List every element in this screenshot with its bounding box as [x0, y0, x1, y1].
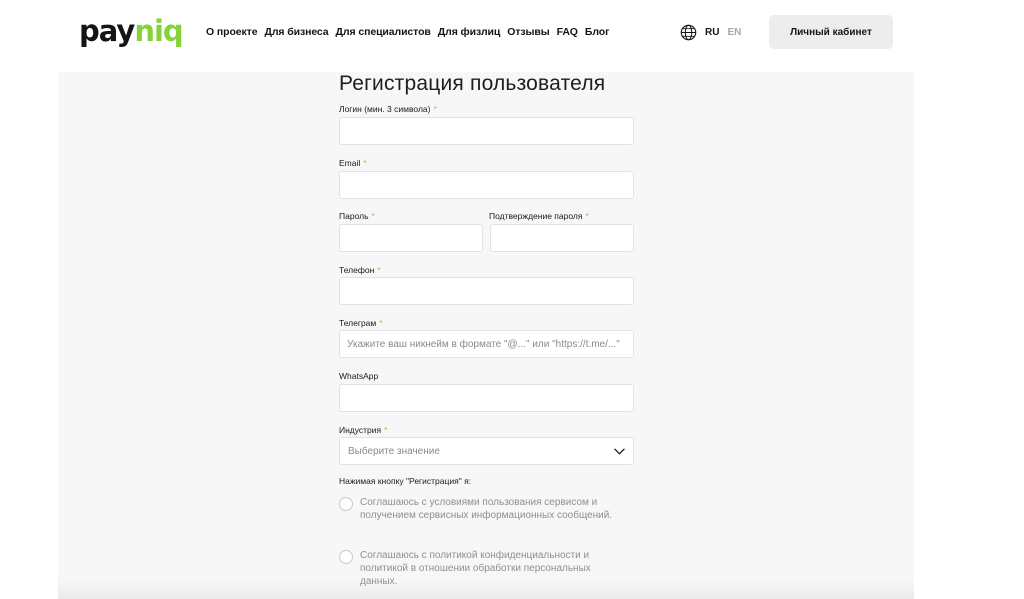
phone-label: Телефон * — [339, 265, 381, 275]
page-title: Регистрация пользователя — [339, 72, 606, 95]
chevron-down-icon — [614, 448, 625, 454]
phone-input[interactable] — [339, 277, 634, 305]
nav-item-individuals[interactable]: Для физлиц — [438, 26, 501, 38]
email-label-text: Email — [339, 158, 361, 168]
password-confirm-input[interactable] — [490, 224, 634, 252]
terms-radio[interactable] — [339, 497, 353, 511]
main-nav: О проекте Для бизнеса Для специалистов Д… — [206, 26, 609, 38]
globe-icon[interactable] — [680, 24, 697, 41]
industry-select-value: Выберите значение — [348, 445, 440, 457]
terms-text: Соглашаюсь с условиями пользования серви… — [360, 497, 613, 521]
nav-item-reviews[interactable]: Отзывы — [507, 26, 549, 38]
nav-item-about[interactable]: О проекте — [206, 26, 258, 38]
nav-item-specialists[interactable]: Для специалистов — [336, 26, 431, 38]
logo-text-pay: pay — [79, 14, 135, 48]
site-header: payniq О проекте Для бизнеса Для специал… — [0, 0, 1024, 68]
nav-item-faq[interactable]: FAQ — [557, 26, 578, 38]
whatsapp-input[interactable] — [339, 384, 634, 412]
password-input[interactable] — [339, 224, 483, 252]
required-marker: * — [363, 158, 367, 168]
required-marker: * — [433, 104, 437, 114]
logo-text-niq: niq — [134, 14, 183, 48]
required-marker: * — [585, 211, 589, 221]
lang-ru[interactable]: RU — [705, 27, 719, 38]
password-label-text: Пароль — [339, 211, 369, 221]
nav-item-business[interactable]: Для бизнеса — [264, 26, 328, 38]
required-marker: * — [377, 265, 381, 275]
required-marker: * — [384, 425, 388, 435]
industry-select[interactable]: Выберите значение — [339, 437, 634, 465]
telegram-label: Телеграм * — [339, 318, 383, 328]
password-label: Пароль * — [339, 211, 375, 221]
email-label: Email * — [339, 158, 367, 168]
privacy-radio[interactable] — [339, 550, 353, 564]
agreement-privacy[interactable]: Соглашаюсь с политикой конфиденциальност… — [339, 549, 634, 588]
login-label-text: Логин (мин. 3 символа) — [339, 104, 431, 114]
email-input[interactable] — [339, 171, 634, 199]
telegram-input[interactable] — [339, 330, 634, 358]
phone-label-text: Телефон — [339, 265, 375, 275]
login-label: Логин (мин. 3 символа) * — [339, 104, 437, 114]
payniq-logo[interactable]: payniq — [79, 14, 184, 48]
privacy-text: Соглашаюсь с политикой конфиденциальност… — [360, 550, 591, 587]
required-marker: * — [371, 211, 375, 221]
login-input[interactable] — [339, 117, 634, 145]
required-marker: * — [379, 318, 383, 328]
nav-item-blog[interactable]: Блог — [585, 26, 610, 38]
personal-cabinet-button[interactable]: Личный кабинет — [769, 15, 893, 49]
lang-en[interactable]: EN — [727, 27, 741, 38]
page: payniq О проекте Для бизнеса Для специал… — [0, 0, 1024, 599]
industry-label-text: Индустрия — [339, 425, 382, 435]
whatsapp-label-text: WhatsApp — [339, 371, 379, 381]
agreement-heading: Нажимая кнопку "Регистрация" я: — [339, 476, 472, 486]
telegram-label-text: Телеграм — [339, 318, 377, 328]
password-confirm-label: Подтверждение пароля * — [489, 211, 589, 221]
whatsapp-label: WhatsApp — [339, 371, 378, 381]
language-switcher: RU EN — [705, 27, 741, 38]
agreement-terms[interactable]: Соглашаюсь с условиями пользования серви… — [339, 496, 634, 522]
industry-label: Индустрия * — [339, 425, 387, 435]
password-confirm-label-text: Подтверждение пароля — [489, 211, 583, 221]
